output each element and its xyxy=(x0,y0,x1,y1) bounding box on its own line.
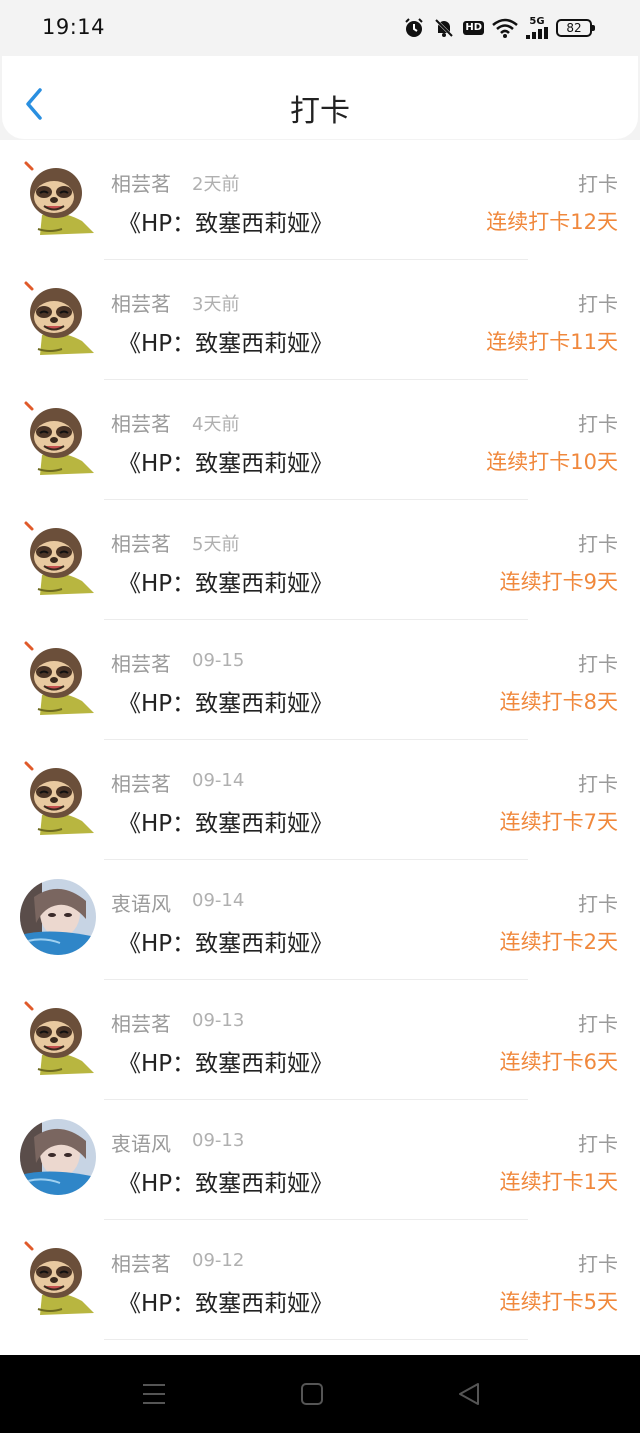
timestamp: 09-13 xyxy=(192,1130,245,1151)
list-item[interactable]: 相芸茗 5天前《HP：致塞西莉娅》 打卡连续打卡9天 xyxy=(0,500,640,620)
streak-count: 连续打卡6天 xyxy=(499,1050,618,1074)
timestamp: 09-15 xyxy=(192,650,245,671)
checkin-label: 打卡 xyxy=(578,1012,618,1036)
book-title[interactable]: 《HP：致塞西莉娅》 xyxy=(118,804,333,838)
checkin-label: 打卡 xyxy=(578,172,618,196)
user-name[interactable]: 相芸茗 xyxy=(111,288,171,317)
timestamp: 2天前 xyxy=(192,174,240,195)
list-item[interactable]: 相芸茗 09-15 《HP：致塞西莉娅》 打卡连续打卡8天 xyxy=(0,620,640,740)
checkin-label: 打卡 xyxy=(578,772,618,796)
sloth-avatar[interactable] xyxy=(20,999,96,1075)
user-name[interactable]: 衷语风 xyxy=(111,1128,171,1157)
streak-count: 连续打卡9天 xyxy=(499,570,618,594)
streak-count: 连续打卡5天 xyxy=(499,1290,618,1314)
list-item[interactable]: 衷语风 09-13 《HP：致塞西莉娅》 打卡连续打卡1天 xyxy=(0,1100,640,1220)
signal-bars-icon xyxy=(526,27,548,39)
home-icon[interactable] xyxy=(295,1377,329,1411)
list-item[interactable]: 衷语风 09-14 《HP：致塞西莉娅》 打卡连续打卡2天 xyxy=(0,860,640,980)
user-name[interactable]: 相芸茗 xyxy=(111,408,171,437)
sloth-avatar[interactable] xyxy=(20,399,96,475)
timestamp: 3天前 xyxy=(192,294,240,315)
streak-count: 连续打卡7天 xyxy=(499,810,618,834)
sloth-avatar[interactable] xyxy=(20,639,96,715)
book-title[interactable]: 《HP：致塞西莉娅》 xyxy=(118,204,333,238)
status-bar: 19:14 HD 5G 82 xyxy=(0,0,640,56)
network-type: 5G xyxy=(529,16,545,27)
timestamp: 5天前 xyxy=(192,534,240,555)
book-title[interactable]: 《HP：致塞西莉娅》 xyxy=(118,1284,333,1318)
checkin-label: 打卡 xyxy=(578,892,618,916)
cell-signal: 5G xyxy=(526,17,548,39)
wifi-icon xyxy=(492,18,518,38)
timestamp: 4天前 xyxy=(192,414,240,435)
app-header: 打卡 xyxy=(2,56,638,139)
book-title[interactable]: 《HP：致塞西莉娅》 xyxy=(118,564,333,598)
list-item[interactable]: 相芸茗 4天前《HP：致塞西莉娅》 打卡连续打卡10天 xyxy=(0,380,640,500)
checkin-label: 打卡 xyxy=(578,1252,618,1276)
photo-avatar[interactable] xyxy=(20,1119,96,1195)
timestamp: 09-14 xyxy=(192,890,245,911)
battery-indicator: 82 xyxy=(556,19,595,37)
book-title[interactable]: 《HP：致塞西莉娅》 xyxy=(118,444,333,478)
user-name[interactable]: 衷语风 xyxy=(111,888,171,917)
menu-icon[interactable] xyxy=(137,1377,171,1411)
photo-avatar[interactable] xyxy=(20,879,96,955)
status-icons: HD 5G 82 xyxy=(403,14,595,42)
hd-badge: HD xyxy=(463,21,484,35)
user-name[interactable]: 相芸茗 xyxy=(111,168,171,197)
streak-count: 连续打卡12天 xyxy=(486,210,618,234)
timestamp: 09-12 xyxy=(192,1250,245,1271)
checkin-label: 打卡 xyxy=(578,292,618,316)
user-name[interactable]: 相芸茗 xyxy=(111,1248,171,1277)
list-item[interactable]: 相芸茗 09-13 《HP：致塞西莉娅》 打卡连续打卡6天 xyxy=(0,980,640,1100)
sloth-avatar[interactable] xyxy=(20,759,96,835)
sloth-avatar[interactable] xyxy=(20,279,96,355)
alarm-icon xyxy=(405,18,424,37)
book-title[interactable]: 《HP：致塞西莉娅》 xyxy=(118,684,333,718)
timestamp: 09-13 xyxy=(192,1010,245,1031)
sloth-avatar[interactable] xyxy=(20,159,96,235)
system-nav-bar xyxy=(0,1355,640,1433)
list-item[interactable]: 相芸茗 3天前《HP：致塞西莉娅》 打卡连续打卡11天 xyxy=(0,260,640,380)
sloth-avatar[interactable] xyxy=(20,519,96,595)
status-time: 19:14 xyxy=(42,15,106,39)
list-item[interactable]: 相芸茗 09-14 《HP：致塞西莉娅》 打卡连续打卡7天 xyxy=(0,740,640,860)
checkin-label: 打卡 xyxy=(578,1132,618,1156)
user-name[interactable]: 相芸茗 xyxy=(111,1008,171,1037)
user-name[interactable]: 相芸茗 xyxy=(111,768,171,797)
book-title[interactable]: 《HP：致塞西莉娅》 xyxy=(118,1044,333,1078)
page-title: 打卡 xyxy=(290,94,350,129)
list-item[interactable]: 相芸茗 2天前《HP：致塞西莉娅》 打卡连续打卡12天 xyxy=(0,140,640,260)
checkin-list[interactable]: 相芸茗 2天前 《HP：致塞西莉娅》 打卡 连续打卡12天 相芸茗 3天前 《HP：致塞西莉娅… xyxy=(0,140,640,1355)
user-name[interactable]: 相芸茗 xyxy=(111,648,171,677)
streak-count: 连续打卡1天 xyxy=(499,1170,618,1194)
streak-count: 连续打卡2天 xyxy=(499,930,618,954)
streak-count: 连续打卡10天 xyxy=(486,450,618,474)
back-triangle-icon[interactable] xyxy=(452,1377,486,1411)
book-title[interactable]: 《HP：致塞西莉娅》 xyxy=(118,924,333,958)
user-name[interactable]: 相芸茗 xyxy=(111,528,171,557)
timestamp: 09-14 xyxy=(192,770,245,791)
streak-count: 连续打卡11天 xyxy=(486,330,618,354)
mute-bell-icon xyxy=(435,18,454,38)
checkin-label: 打卡 xyxy=(578,412,618,436)
checkin-label: 打卡 xyxy=(578,652,618,676)
book-title[interactable]: 《HP：致塞西莉娅》 xyxy=(118,1164,333,1198)
row-divider xyxy=(104,1339,528,1340)
sloth-avatar[interactable] xyxy=(20,1239,96,1315)
list-item[interactable]: 相芸茗 09-12 《HP：致塞西莉娅》 打卡连续打卡5天 xyxy=(0,1220,640,1340)
streak-count: 连续打卡8天 xyxy=(499,690,618,714)
checkin-label: 打卡 xyxy=(578,532,618,556)
book-title[interactable]: 《HP：致塞西莉娅》 xyxy=(118,324,333,358)
